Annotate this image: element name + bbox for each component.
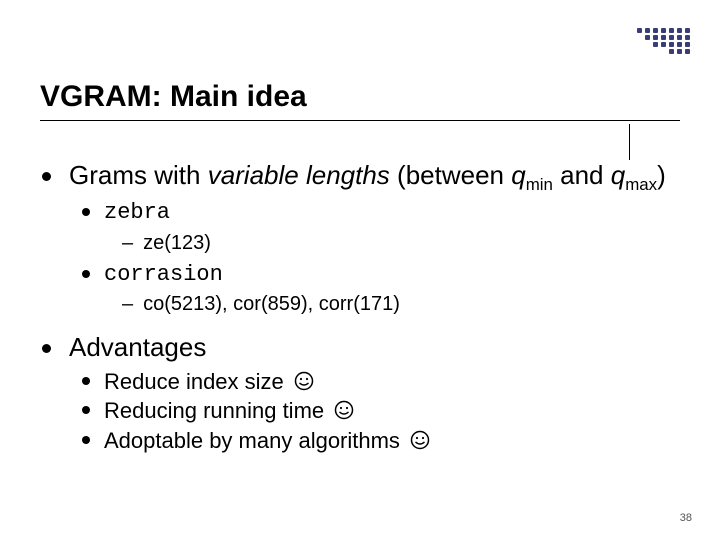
- title-vertical-rule: [629, 124, 631, 160]
- bullet-level-3: –ze(123): [122, 229, 690, 257]
- bullet-icon: [42, 344, 51, 353]
- bullet-level-2: corrasion: [82, 261, 690, 289]
- bullet-text: corrasion: [104, 261, 223, 289]
- bullet-text: zebra: [104, 199, 170, 227]
- corner-decoration: [637, 28, 690, 54]
- bullet-icon: [82, 436, 90, 444]
- slide-title: VGRAM: Main idea: [40, 80, 680, 121]
- bullet-level-1: Grams with variable lengths (between qmi…: [42, 160, 690, 195]
- bullet-text: Reducing running time: [104, 397, 354, 425]
- bullet-level-2: Reducing running time: [82, 397, 690, 425]
- page-number: 38: [680, 512, 692, 524]
- bullet-icon: [82, 208, 90, 216]
- bullet-text: Advantages: [69, 332, 206, 363]
- bullet-icon: [82, 406, 90, 414]
- bullet-level-3: –co(5213), cor(859), corr(171): [122, 290, 690, 318]
- bullet-icon: [82, 270, 90, 278]
- bullet-level-1: Advantages: [42, 332, 690, 363]
- bullet-level-2: Adoptable by many algorithms: [82, 427, 690, 455]
- bullet-level-2: zebra: [82, 199, 690, 227]
- bullet-icon: [42, 172, 51, 181]
- bullet-text: Grams with variable lengths (between qmi…: [69, 160, 666, 195]
- slide-body: Grams with variable lengths (between qmi…: [42, 160, 690, 454]
- bullet-icon: [82, 377, 90, 385]
- bullet-level-2: Reduce index size: [82, 368, 690, 396]
- bullet-text: Adoptable by many algorithms: [104, 427, 430, 455]
- bullet-text: Reduce index size: [104, 368, 314, 396]
